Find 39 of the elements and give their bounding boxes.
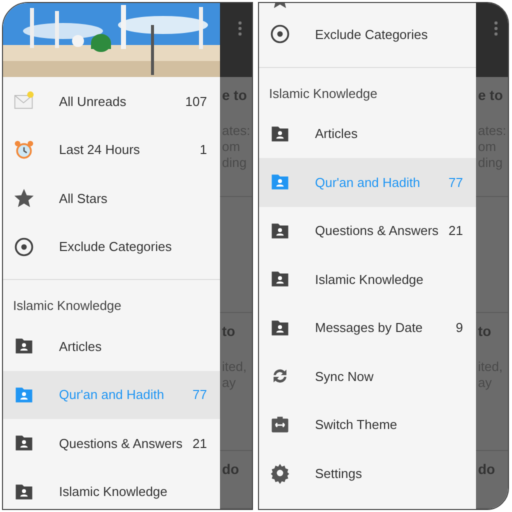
card-title: to [478, 322, 492, 339]
card-title: e to [222, 86, 248, 103]
alarm-clock-icon [13, 138, 35, 161]
card-title: to [222, 322, 236, 339]
item-label: Questions & Answers [59, 434, 184, 452]
item-count: 9 [456, 319, 463, 337]
item-label: Exclude Categories [59, 238, 173, 256]
item-label: Messages by Date [315, 319, 424, 337]
item-count: 21 [448, 222, 463, 240]
item-label: All Unreads [59, 92, 128, 110]
item-count: 77 [448, 174, 463, 192]
item-label: Articles [59, 338, 103, 356]
item-label: Articles [315, 125, 359, 143]
item-label: Islamic Knowledge [59, 483, 168, 501]
radio-icon [13, 236, 35, 258]
item-label: Sync Now [315, 368, 375, 386]
item-label: All Stars [59, 190, 108, 208]
item-label: Qur'an and Hadith [315, 174, 422, 192]
item-label: Settings [315, 464, 363, 483]
item-count: 21 [192, 434, 207, 452]
item-label: Last 24 Hours [59, 141, 141, 159]
item-label: Islamic Knowledge [315, 270, 424, 289]
card-title: e to [478, 86, 504, 103]
settings-icon [269, 462, 291, 484]
item-label: Switch Theme [315, 416, 398, 434]
card-title: do [222, 460, 240, 477]
item-count: 1 [200, 141, 207, 159]
radio-icon [269, 23, 291, 46]
item-count: 77 [192, 386, 207, 404]
section-header: Islamic Knowledge [13, 298, 122, 313]
item-label: Qur'an and Hadith [59, 386, 166, 404]
overflow-menu-icon[interactable] [238, 21, 242, 36]
item-count: 107 [185, 92, 207, 110]
overflow-menu-icon[interactable] [494, 21, 498, 36]
star-icon [13, 187, 35, 210]
card-title: do [478, 460, 496, 477]
item-label: Questions & Answers [315, 222, 440, 240]
section-header: Islamic Knowledge [269, 86, 378, 100]
item-label: Exclude Categories [315, 26, 429, 44]
